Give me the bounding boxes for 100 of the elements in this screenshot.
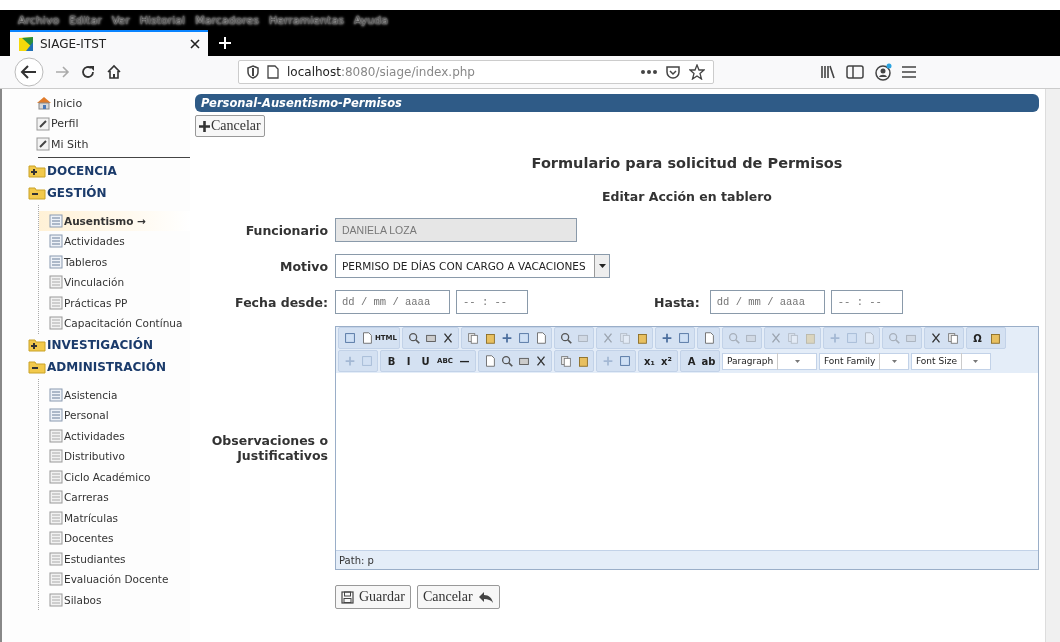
copy-icon <box>465 331 480 345</box>
list-icon <box>49 387 63 402</box>
tree-item[interactable]: Perfil <box>2 113 190 134</box>
time-field[interactable]: -- : -- <box>456 290 528 314</box>
field-label: Funcionario <box>244 222 328 238</box>
time-field[interactable]: -- : -- <box>830 290 903 314</box>
tree-item[interactable]: Silabos <box>39 589 190 610</box>
tree-folder[interactable]: DOCENCIA <box>2 159 190 182</box>
copy-icon <box>785 331 800 345</box>
editor-tool-button[interactable]: x² <box>658 352 675 370</box>
document-pencil-icon <box>36 116 50 131</box>
tree-folder[interactable]: ADMINISTRACIÓN <box>2 356 190 379</box>
field-label: Motivo <box>278 258 328 274</box>
editor-tool-button[interactable]: — <box>456 352 473 370</box>
magnifier-icon <box>499 354 514 368</box>
magnifier-icon <box>406 331 421 345</box>
tree-item[interactable]: Matrículas <box>39 507 190 528</box>
plus-icon <box>199 120 210 132</box>
tree-item[interactable]: Docentes <box>39 528 190 549</box>
tree-item[interactable]: Vinculación <box>39 272 190 293</box>
list-icon <box>49 254 63 269</box>
editor-tool-button[interactable]: x₁ <box>641 352 658 370</box>
shield-icon <box>247 65 259 79</box>
tree-folder[interactable]: GESTIÓN <box>2 182 190 205</box>
cancel-button[interactable]: Cancelar <box>416 585 500 609</box>
tree-item[interactable]: Inicio <box>2 93 190 114</box>
square-icon <box>676 331 691 345</box>
browser-tab[interactable]: SIAGE-ITST <box>10 30 208 56</box>
page-icon <box>267 65 279 79</box>
scrollbar[interactable] <box>1045 89 1060 642</box>
tree-folder[interactable]: INVESTIGACIÓN <box>2 333 190 356</box>
tree-item[interactable]: Actividades <box>39 231 190 252</box>
house-icon <box>36 96 52 111</box>
pocket-icon[interactable] <box>665 64 681 80</box>
plus-icon[interactable] <box>218 36 232 50</box>
tree-item[interactable]: Mi Sith <box>2 134 190 155</box>
editor-tool-button[interactable]: I <box>400 352 417 370</box>
menu-item[interactable]: Marcadores <box>195 13 259 27</box>
tree-item[interactable]: Tableros <box>39 251 190 272</box>
square-icon <box>516 331 531 345</box>
page-icon <box>49 449 63 464</box>
tree-item[interactable]: Prácticas PP <box>39 292 190 313</box>
forward-icon[interactable] <box>54 64 70 80</box>
page-header: Personal-Ausentismo-Permisos <box>195 94 1039 112</box>
library-icon[interactable] <box>820 64 836 80</box>
square-icon <box>617 354 632 368</box>
form-subtitle: Editar Acción en tablero <box>601 189 773 204</box>
page-icon <box>49 490 63 505</box>
tree-item[interactable]: Evaluación Docente <box>39 569 190 590</box>
date-field[interactable]: dd / mm / aaaa <box>335 290 450 314</box>
tree-item[interactable]: Personal <box>39 405 190 426</box>
editor-path: Path: p <box>336 550 1038 569</box>
reason-dropdown[interactable]: PERMISO DE DÍAS CON CARGO A VACACIONES <box>335 254 610 278</box>
account-icon[interactable] <box>874 63 892 81</box>
folder-plus-icon <box>28 163 46 178</box>
sidebar-icon[interactable] <box>846 64 864 80</box>
editor-dropdown[interactable]: Font Size <box>911 352 991 370</box>
editor-tool-button[interactable]: U <box>417 352 434 370</box>
site-logo-icon <box>18 36 34 52</box>
page-icon <box>49 469 63 484</box>
document-pencil-icon <box>36 137 50 152</box>
editor-dropdown[interactable]: Paragraph <box>722 352 817 370</box>
editor-tool-button[interactable]: ab <box>700 352 717 370</box>
save-button[interactable]: Guardar <box>335 585 411 609</box>
star-icon[interactable] <box>689 64 705 80</box>
page-icon <box>49 295 63 310</box>
editor-tool-button[interactable]: A <box>683 352 700 370</box>
tree-item[interactable]: Ciclo Académico <box>39 466 190 487</box>
page-icon <box>49 428 63 443</box>
caret-down-icon <box>891 359 897 363</box>
folder-plus-icon <box>28 337 46 352</box>
more-icon[interactable] <box>641 69 657 75</box>
list-icon <box>49 213 63 228</box>
folder-minus-icon <box>28 186 46 201</box>
tree-item[interactable]: Carreras <box>39 487 190 508</box>
tree-item[interactable]: Actividades <box>39 425 190 446</box>
tree-item[interactable]: Estudiantes <box>39 548 190 569</box>
menu-icon[interactable] <box>902 66 916 78</box>
editor-dropdown[interactable]: Font Family <box>819 352 909 370</box>
magnifier-icon <box>886 331 901 345</box>
date-field[interactable]: dd / mm / aaaa <box>709 290 825 314</box>
tree-item[interactable]: Distributivo <box>39 446 190 467</box>
copy-icon <box>945 331 960 345</box>
page-icon <box>49 592 63 607</box>
close-icon[interactable] <box>190 39 200 49</box>
url-text: localhost:8080/siage/index.php <box>287 65 476 79</box>
address-bar[interactable]: localhost:8080/siage/index.php <box>238 60 714 84</box>
caret-down-icon <box>598 264 606 268</box>
tree-item[interactable]: Asistencia <box>39 384 190 405</box>
page-icon <box>49 275 63 290</box>
cancel-button[interactable]: Cancelar <box>195 115 265 137</box>
tree-item[interactable]: Capacitación Contínua <box>39 313 190 334</box>
field-label: Observaciones o Justificativos <box>210 433 328 463</box>
editor-tool-button[interactable]: B <box>383 352 400 370</box>
reload-icon[interactable] <box>80 64 96 80</box>
back-icon[interactable] <box>14 57 44 87</box>
form-title: Formulario para solicitud de Permisos <box>530 155 844 171</box>
home-icon[interactable] <box>106 64 122 80</box>
page-icon <box>49 316 63 331</box>
editor-tool-button[interactable]: Ω <box>969 329 986 347</box>
